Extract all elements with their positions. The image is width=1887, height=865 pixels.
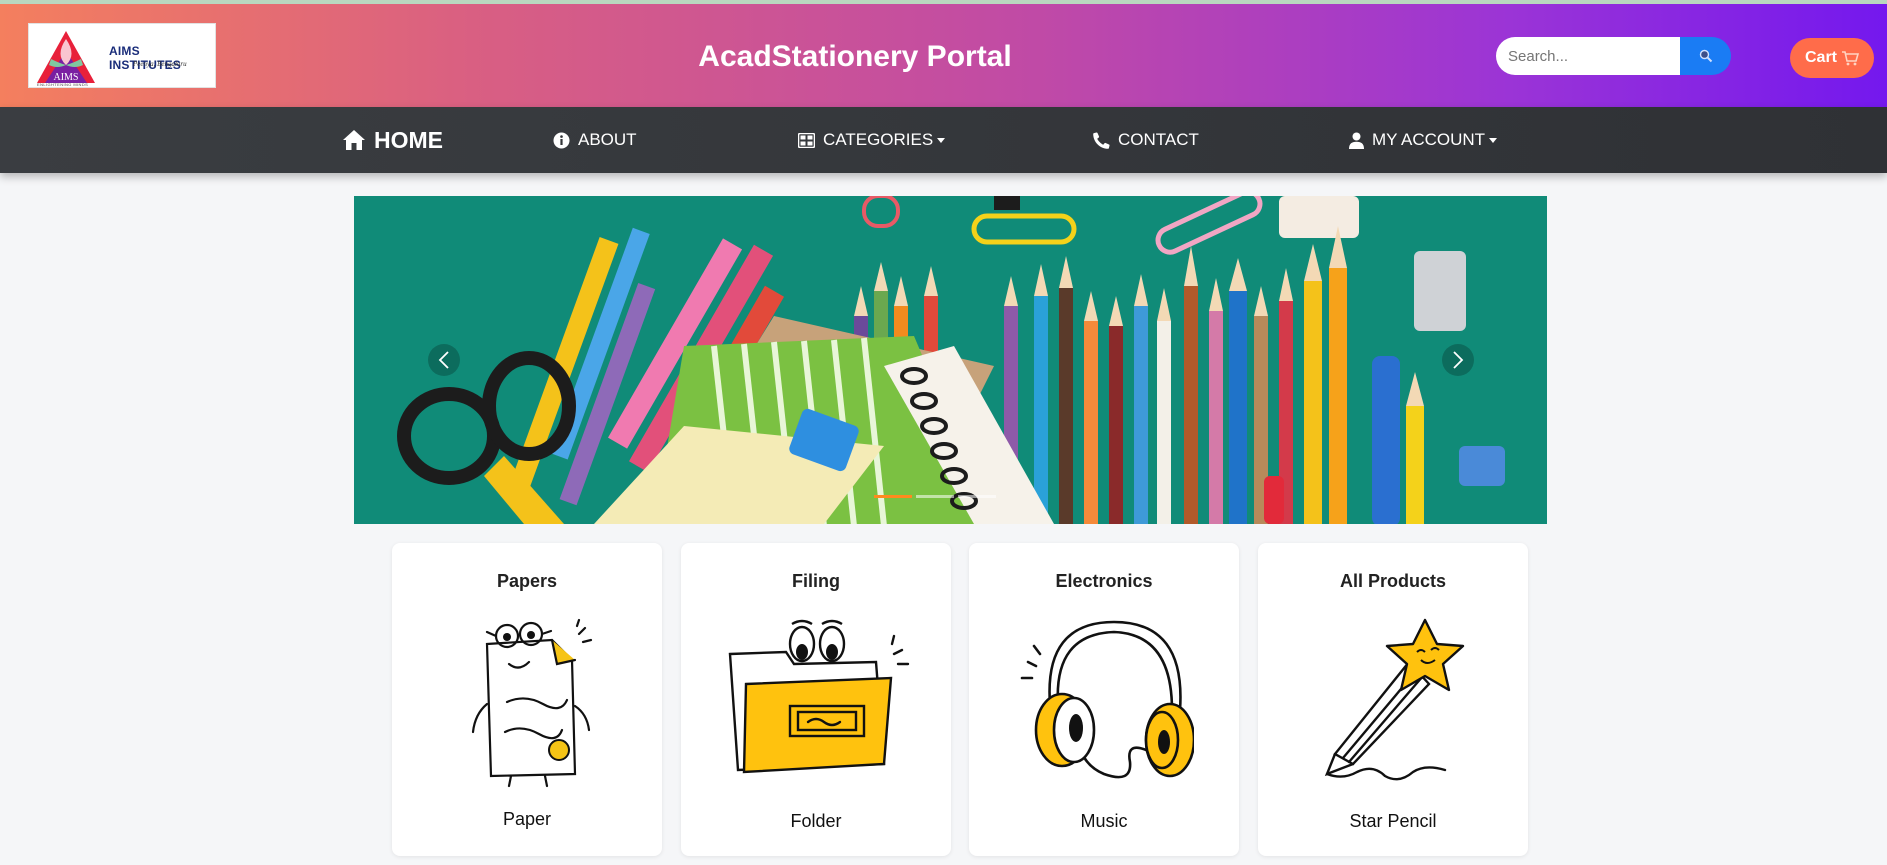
carousel-indicator[interactable] [958, 495, 996, 498]
card-caption: Music [1080, 811, 1128, 831]
carousel-indicators [874, 495, 996, 498]
search-input[interactable] [1496, 37, 1682, 75]
paper-character-icon [471, 618, 593, 788]
home-icon [343, 130, 365, 150]
card-title: Filing [792, 571, 840, 591]
chevron-down-icon [937, 137, 946, 143]
user-icon [1349, 132, 1364, 149]
card-caption: Star Pencil [1349, 811, 1437, 831]
category-card-all-products[interactable]: All Products Star Pencil [1258, 543, 1528, 856]
cart-button[interactable]: Cart [1790, 38, 1874, 78]
nav-label-home: HOME [374, 126, 443, 153]
category-card-filing[interactable]: Filing Folder [681, 543, 951, 856]
hero-carousel [354, 196, 1547, 524]
main-nav: HOME ABOUT CATEGORIES CONTACT MY ACCOUNT [0, 107, 1887, 173]
site-header: AIMS AIMS INSTITUTES Peenya, Bengaluru E… [0, 4, 1887, 107]
carousel-next-button[interactable] [1442, 344, 1474, 376]
card-title: Electronics [1055, 571, 1153, 591]
phone-icon [1093, 131, 1110, 149]
grid-icon [798, 132, 815, 148]
nav-item-contact[interactable]: CONTACT [1093, 107, 1199, 173]
nav-label-my-account: MY ACCOUNT [1372, 130, 1486, 149]
carousel-prev-button[interactable] [428, 344, 460, 376]
nav-item-categories[interactable]: CATEGORIES [798, 107, 946, 173]
card-title: All Products [1339, 571, 1446, 591]
chevron-down-icon [1489, 137, 1498, 143]
stationery-banner-image [354, 196, 1547, 524]
card-title: Papers [496, 571, 558, 591]
chevron-left-icon [438, 351, 449, 369]
nav-item-home[interactable]: HOME [342, 107, 443, 173]
info-icon [553, 132, 570, 148]
search-form [1496, 37, 1731, 75]
nav-item-about[interactable]: ABOUT [553, 107, 637, 173]
carousel-indicator[interactable] [916, 495, 954, 498]
nav-item-my-account[interactable]: MY ACCOUNT [1349, 107, 1498, 173]
chevron-right-icon [1453, 351, 1464, 369]
category-card-papers[interactable]: Papers Paper [392, 543, 662, 856]
nav-label-contact: CONTACT [1118, 130, 1199, 149]
card-caption: Folder [790, 811, 842, 831]
logo-tagline: ENLIGHTENING MINDS [37, 82, 89, 87]
star-pencil-icon [1324, 618, 1465, 781]
search-button[interactable] [1680, 37, 1731, 75]
cart-label: Cart [1804, 49, 1837, 66]
nav-label-categories: CATEGORIES [823, 130, 934, 149]
category-card-electronics[interactable]: Electronics Music [969, 543, 1239, 856]
headphones-icon [1020, 620, 1194, 779]
site-title: AcadStationery Portal [698, 40, 1012, 73]
cart-icon [1842, 51, 1859, 66]
folder-character-icon [728, 619, 910, 774]
carousel-indicator[interactable] [874, 495, 912, 498]
nav-label-about: ABOUT [578, 130, 637, 149]
search-icon [1699, 49, 1712, 63]
card-caption: Paper [502, 809, 552, 829]
